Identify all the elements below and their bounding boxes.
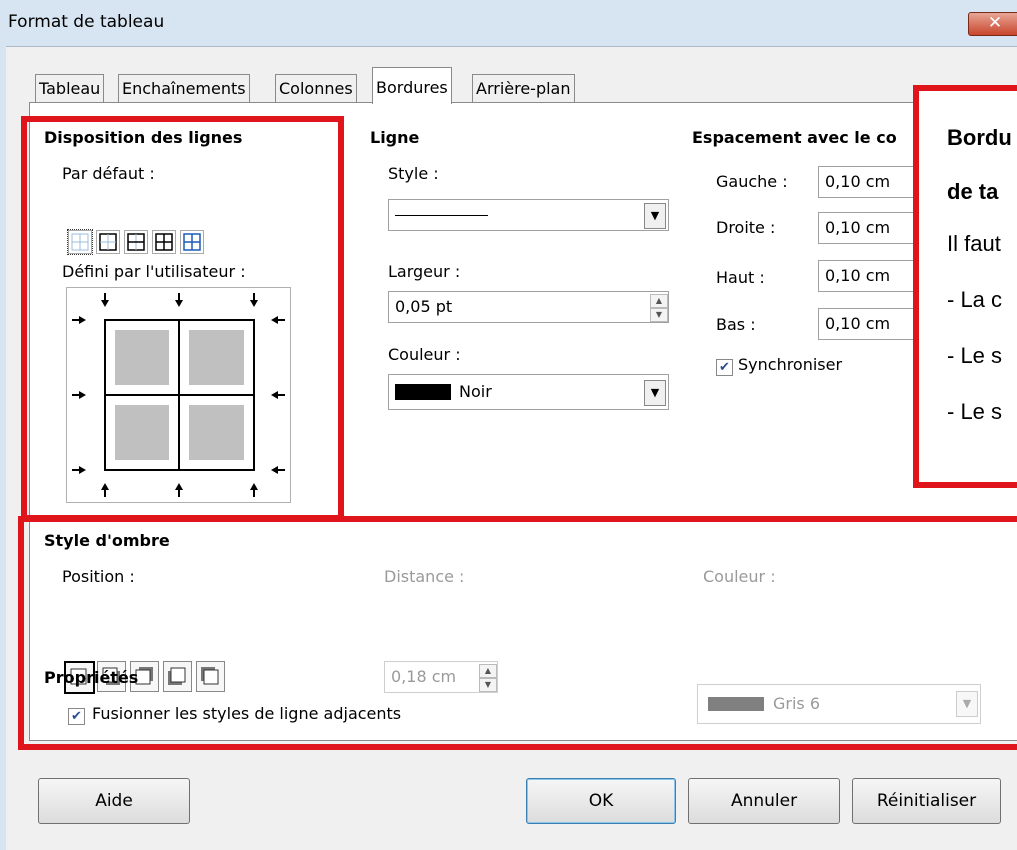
padding-left-value: 0,10 cm bbox=[825, 172, 891, 191]
window-frame bbox=[0, 46, 6, 850]
line-heading: Ligne bbox=[370, 128, 420, 147]
checkmark-icon: ✔ bbox=[719, 360, 730, 375]
padding-right-value: 0,10 cm bbox=[825, 218, 891, 237]
spin-buttons[interactable]: ▲ ▼ bbox=[650, 294, 668, 322]
tab-tableau[interactable]: Tableau bbox=[35, 74, 105, 103]
line-style-select[interactable]: ▼ bbox=[388, 199, 669, 231]
padding-bottom-value: 0,10 cm bbox=[825, 314, 891, 333]
chevron-down-icon[interactable]: ▼ bbox=[644, 380, 666, 406]
color-label: Couleur : bbox=[388, 345, 461, 364]
padding-top-value: 0,10 cm bbox=[825, 266, 891, 285]
padding-heading: Espacement avec le co bbox=[692, 128, 897, 147]
callout-line-4: - La c bbox=[947, 287, 1003, 312]
spin-down-icon: ▼ bbox=[650, 308, 668, 322]
callout-line-3: Il faut bbox=[947, 231, 1001, 256]
dialog-title: Format de tableau bbox=[8, 12, 165, 32]
tab-colonnes[interactable]: Colonnes bbox=[275, 74, 357, 103]
ok-button[interactable]: OK bbox=[526, 778, 676, 824]
tab-enchainements[interactable]: Enchaînements bbox=[118, 74, 250, 103]
padding-bottom-label: Bas : bbox=[716, 315, 756, 334]
cancel-button[interactable]: Annuler bbox=[688, 778, 840, 824]
highlight-box-line-arrangement bbox=[21, 116, 344, 521]
tab-arriere-plan[interactable]: Arrière-plan bbox=[472, 74, 575, 103]
line-width-value: 0,05 pt bbox=[395, 297, 453, 316]
callout-line-2: de ta bbox=[947, 179, 999, 204]
tab-bordures[interactable]: Bordures bbox=[372, 67, 452, 104]
padding-left-label: Gauche : bbox=[716, 172, 788, 191]
synchronize-label: Synchroniser bbox=[738, 355, 843, 374]
color-swatch bbox=[395, 384, 451, 400]
style-label: Style : bbox=[388, 164, 439, 183]
line-color-select[interactable]: Noir ▼ bbox=[388, 374, 669, 410]
annotation-callout: Bordu de ta Il faut - La c - Le s - Le s bbox=[913, 85, 1017, 488]
spin-up-icon: ▲ bbox=[650, 294, 668, 308]
synchronize-checkbox[interactable]: ✔ bbox=[716, 359, 733, 376]
chevron-down-icon[interactable]: ▼ bbox=[644, 203, 666, 229]
line-style-sample bbox=[395, 215, 488, 216]
highlight-box-shadow-style bbox=[18, 516, 1017, 750]
title-bar: Format de tableau ✕ bbox=[0, 0, 1017, 47]
help-button[interactable]: Aide bbox=[38, 778, 190, 824]
callout-line-6: - Le s bbox=[947, 399, 1003, 424]
callout-line-5: - Le s bbox=[947, 343, 1003, 368]
close-icon[interactable]: ✕ bbox=[968, 12, 1017, 36]
callout-line-1: Bordu bbox=[947, 125, 1012, 150]
line-width-spinbox[interactable]: 0,05 pt ▲ ▼ bbox=[388, 291, 669, 323]
reset-button[interactable]: Réinitialiser bbox=[852, 778, 1001, 824]
padding-right-label: Droite : bbox=[716, 218, 776, 237]
line-color-value: Noir bbox=[459, 382, 492, 401]
padding-top-label: Haut : bbox=[716, 268, 765, 287]
width-label: Largeur : bbox=[388, 262, 461, 281]
